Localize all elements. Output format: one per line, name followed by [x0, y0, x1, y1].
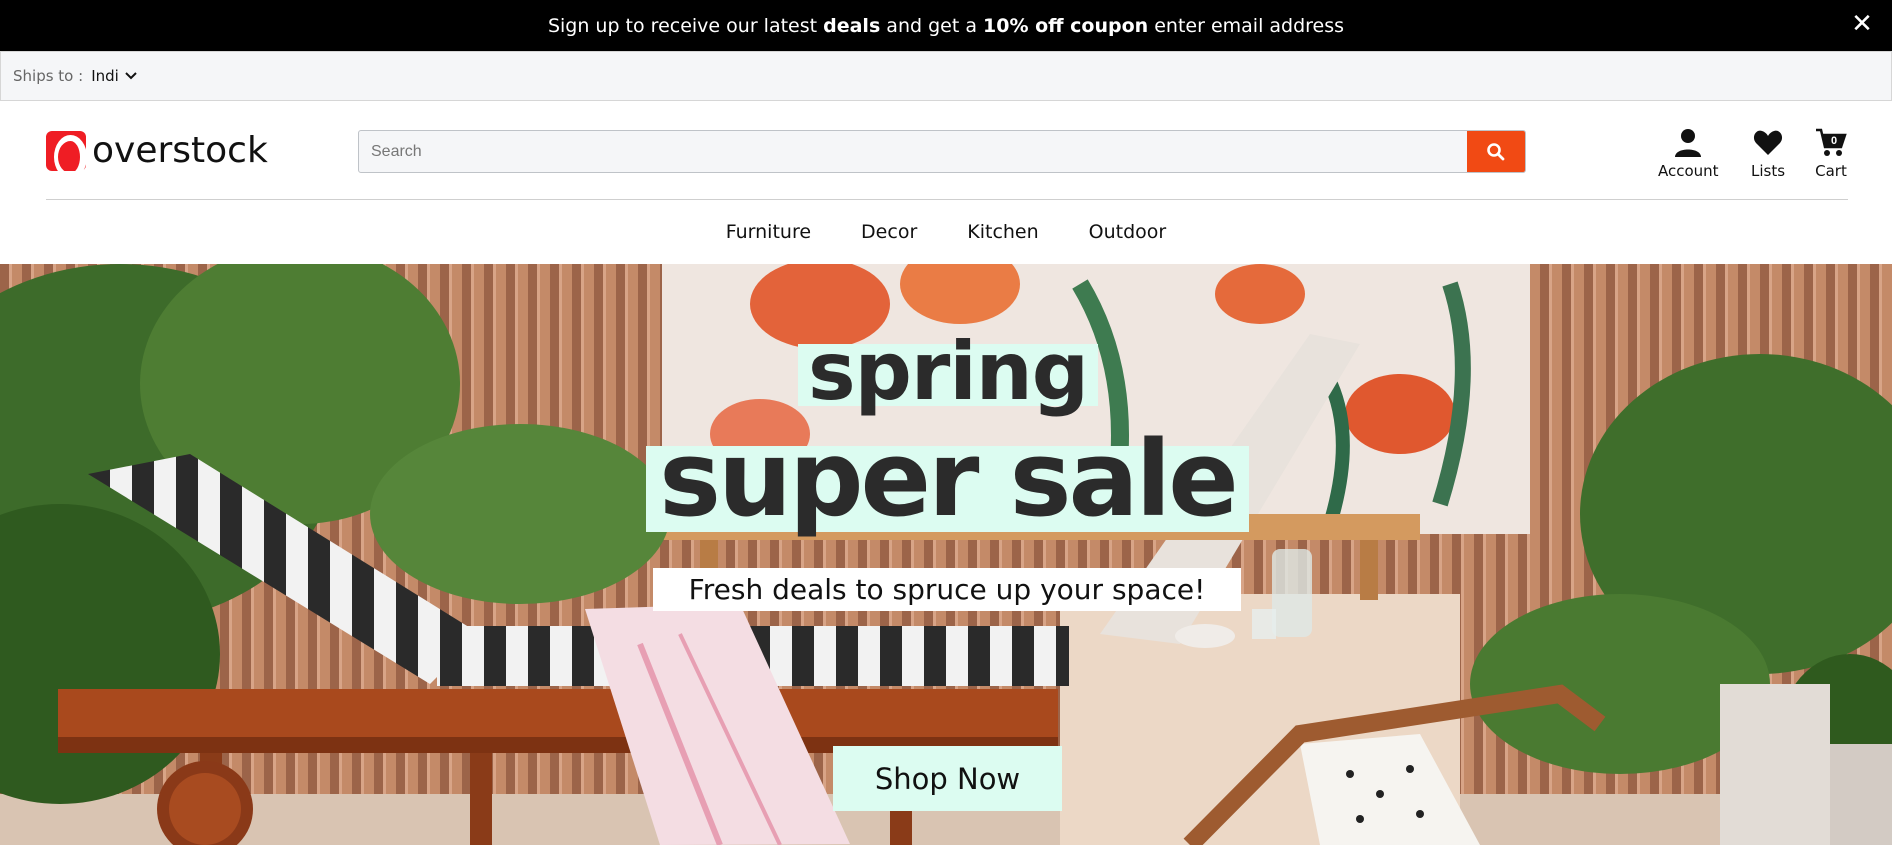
cart-button[interactable]: 0 Cart	[1815, 128, 1847, 180]
promo-text-part: Sign up to receive our latest	[547, 14, 824, 37]
lists-label: Lists	[1751, 162, 1786, 180]
promo-text-part: enter email address	[1148, 14, 1345, 37]
lists-button[interactable]: Lists	[1751, 128, 1785, 180]
promo-text-part: and get a	[880, 14, 984, 37]
country-selector[interactable]: Indi	[91, 67, 137, 85]
search-input[interactable]	[359, 131, 1467, 172]
country-value: Indi	[91, 67, 119, 85]
nav-item-decor[interactable]: Decor	[861, 221, 917, 243]
hero-headline-spring: spring	[808, 325, 1089, 418]
nav-item-furniture[interactable]: Furniture	[726, 221, 811, 243]
search-icon	[1487, 142, 1505, 160]
logo-text: overstock	[92, 130, 268, 171]
logo-mark-icon	[46, 130, 87, 179]
cart-count: 0	[1831, 135, 1837, 147]
promo-coupon: 10% off coupon	[983, 14, 1149, 37]
hero-banner: spring super sale Fresh deals to spruce …	[0, 264, 1892, 845]
shop-now-button[interactable]: Shop Now	[833, 746, 1062, 811]
search-button[interactable]	[1467, 131, 1525, 172]
nav-item-kitchen[interactable]: Kitchen	[967, 221, 1038, 243]
close-icon[interactable]: ✕	[1848, 10, 1876, 38]
heart-icon	[1753, 130, 1783, 155]
promo-banner: Sign up to receive our latest deals and …	[0, 0, 1892, 51]
chevron-down-icon	[125, 72, 137, 80]
hero-headline-super-sale: super sale	[659, 418, 1239, 540]
site-header: overstock Account Lists 0 Ca	[0, 101, 1892, 201]
account-button[interactable]: Account	[1658, 128, 1719, 180]
user-icon	[1675, 129, 1702, 157]
search-bar	[358, 130, 1526, 173]
account-label: Account	[1658, 162, 1719, 180]
cart-icon: 0	[1816, 128, 1847, 156]
nav-item-outdoor[interactable]: Outdoor	[1089, 221, 1167, 243]
overstock-logo[interactable]: overstock	[46, 130, 268, 179]
promo-deals: deals	[823, 14, 881, 37]
ships-to-label: Ships to :	[13, 67, 84, 85]
hero-tagline: Fresh deals to spruce up your space!	[653, 568, 1241, 611]
promo-text: Sign up to receive our latest deals and …	[548, 15, 1344, 37]
cart-label: Cart	[1815, 162, 1847, 180]
ships-to-bar: Ships to : Indi	[0, 51, 1892, 101]
category-nav: Furniture Decor Kitchen Outdoor	[0, 200, 1892, 264]
